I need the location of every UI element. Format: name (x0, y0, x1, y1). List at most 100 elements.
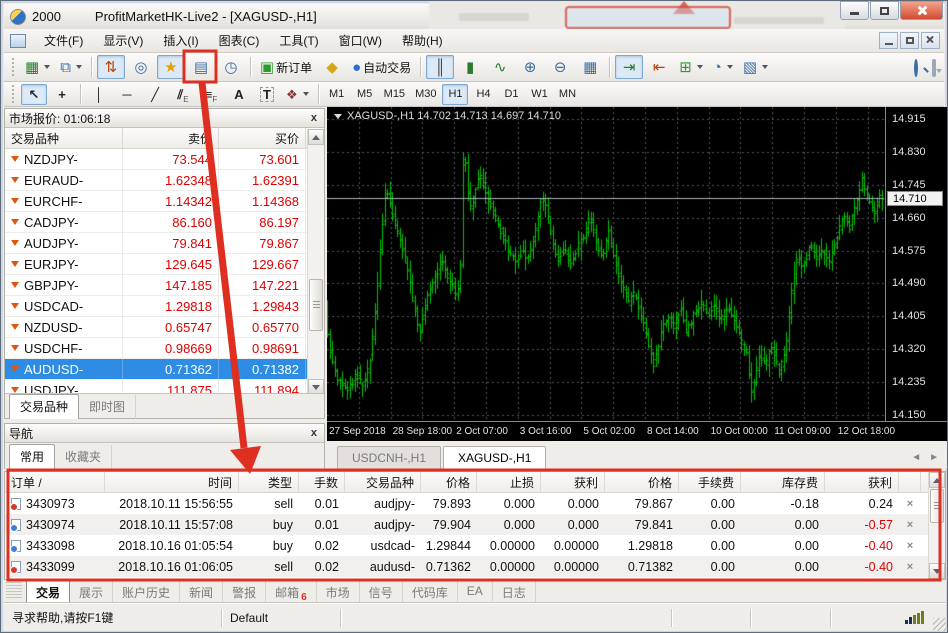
scroll-down-button[interactable] (929, 563, 945, 579)
auto-scroll-button[interactable]: ⇥ (615, 55, 644, 79)
order-row[interactable]: 3433098 2018.10.16 01:05:54 buy 0.02 usdcad-… (5, 535, 945, 556)
market-watch-tab-1[interactable]: 交易品种 (9, 394, 80, 419)
status-profile[interactable]: Default (222, 608, 341, 627)
price-chart-canvas[interactable] (327, 107, 885, 421)
candlestick-type-button[interactable]: ▮ (456, 55, 484, 79)
orders-column-11[interactable]: 库存费 (741, 472, 825, 492)
market-watch-column-2[interactable]: 卖价 (123, 128, 219, 148)
market-watch-row[interactable]: EURAUD- 1.62348 1.62391 (5, 170, 324, 191)
orders-column-2[interactable]: 时间 (105, 472, 239, 492)
market-watch-button[interactable]: ⇅ (96, 55, 125, 79)
tile-windows-button[interactable]: ▦ (576, 55, 604, 79)
menu-item-5[interactable]: 工具(T) (269, 29, 328, 52)
zoom-in-button[interactable]: ⊕ (516, 55, 544, 79)
orders-column-9[interactable]: 价格 (605, 472, 679, 492)
line-chart-type-button[interactable]: ∿ (486, 55, 514, 79)
market-watch-row[interactable]: CADJPY- 86.160 86.197 (5, 212, 324, 233)
timeframe-h4-button[interactable]: H4 (470, 84, 496, 105)
mdi-minimize-button[interactable] (879, 32, 898, 49)
market-watch-column-1[interactable]: 交易品种 (5, 128, 123, 148)
text-label-button[interactable]: T (254, 84, 280, 105)
terminal-tab-10[interactable]: EA (458, 581, 493, 601)
crosshair-button[interactable]: + (49, 84, 75, 105)
terminal-tab-9[interactable]: 代码库 (403, 581, 458, 604)
navigator-tab-1[interactable]: 常用 (9, 444, 56, 469)
indicators-button[interactable]: ⊞ (675, 55, 707, 79)
scroll-up-button[interactable] (929, 472, 945, 488)
menu-item-6[interactable]: 窗口(W) (329, 29, 392, 52)
market-watch-close-icon[interactable]: x (308, 112, 320, 124)
arrows-button[interactable]: ❖ (282, 84, 313, 105)
terminal-tab-3[interactable]: 账户历史 (113, 581, 181, 604)
autotrading-button[interactable]: ● 自动交易 (348, 55, 415, 79)
market-watch-tab-2[interactable]: 即时图 (79, 395, 137, 419)
horizontal-line-button[interactable]: ─ (114, 84, 140, 105)
menu-item-1[interactable]: 文件(F) (34, 29, 93, 52)
timeframe-m30-button[interactable]: M30 (411, 84, 440, 105)
chart-shift-button[interactable]: ⇤ (645, 55, 673, 79)
market-watch-row[interactable]: AUDJPY- 79.841 79.867 (5, 233, 324, 254)
navigator-tab-2[interactable]: 收藏夹 (55, 445, 113, 469)
orders-column-6[interactable]: 价格 (421, 472, 477, 492)
fibonacci-button[interactable]: ≡ F (198, 84, 224, 105)
terminal-tab-2[interactable]: 展示 (70, 581, 114, 604)
profiles-button[interactable]: ⧉ (56, 55, 86, 79)
timeframe-m15-button[interactable]: M15 (380, 84, 409, 105)
search-button[interactable] (914, 58, 918, 77)
time-axis[interactable]: 27 Sep 2018 28 Sep 18:00 2 Oct 07:00 3 Oct … (327, 421, 947, 441)
equidistant-channel-button[interactable]: ⫽ E (170, 84, 196, 105)
menu-item-2[interactable]: 显示(V) (93, 29, 153, 52)
strategy-tester-button[interactable]: ◷ (217, 55, 245, 79)
scroll-thumb[interactable] (930, 489, 944, 523)
vertical-line-button[interactable]: │ (86, 84, 112, 105)
trendline-button[interactable]: ╱ (142, 84, 168, 105)
market-watch-column-3[interactable]: 买价 (219, 128, 306, 148)
orders-column-10[interactable]: 手续费 (679, 472, 741, 492)
orders-column-1[interactable]: 订单 / (5, 472, 105, 492)
metaeditor-button[interactable]: ◆ (318, 55, 346, 79)
chat-button[interactable] (932, 58, 936, 77)
terminal-tab-4[interactable]: 新闻 (180, 581, 224, 604)
market-watch-scrollbar[interactable] (307, 129, 324, 395)
text-button[interactable]: A (226, 84, 252, 105)
scroll-thumb[interactable] (309, 279, 323, 331)
terminal-tab-7[interactable]: 市场 (317, 581, 360, 604)
timeframe-mn-button[interactable]: MN (554, 84, 580, 105)
market-watch-row[interactable]: GBPJPY- 147.185 147.221 (5, 275, 324, 296)
navigator-close-icon[interactable]: x (308, 427, 320, 439)
market-watch-header[interactable]: 市场报价: 01:06:18 x (5, 109, 324, 128)
restore-button[interactable] (870, 1, 899, 20)
timeframe-m5-button[interactable]: M5 (352, 84, 378, 105)
terminal-scrollbar[interactable] (928, 472, 945, 579)
orders-column-7[interactable]: 止损 (477, 472, 541, 492)
orders-column-12[interactable]: 获利 (825, 472, 899, 492)
price-axis[interactable]: 14.710 14.915 14.830 14.745 14.660 14.575 14.… (885, 107, 947, 421)
mdi-close-button[interactable] (921, 32, 940, 49)
market-watch-row[interactable]: EURJPY- 129.645 129.667 (5, 254, 324, 275)
mdi-restore-button[interactable] (900, 32, 919, 49)
menu-item-7[interactable]: 帮助(H) (392, 29, 453, 52)
minimize-button[interactable] (840, 1, 869, 20)
toolbar-grip[interactable] (12, 58, 16, 76)
close-button[interactable] (900, 1, 943, 20)
tab-scroll-right-icon[interactable]: ► (929, 452, 939, 463)
close-order-button[interactable]: × (899, 514, 921, 535)
data-window-button[interactable]: ◎ (127, 55, 155, 79)
orders-column-8[interactable]: 获利 (541, 472, 605, 492)
order-row[interactable]: 3430973 2018.10.11 15:56:55 sell 0.01 audjpy… (5, 493, 945, 514)
terminal-grip[interactable] (6, 582, 22, 600)
order-row[interactable]: 3430974 2018.10.11 15:57:08 buy 0.01 audjpy-… (5, 514, 945, 535)
chart-dropdown-icon[interactable] (334, 113, 342, 119)
chart-tab-1[interactable]: USDCNH-,H1 (337, 446, 442, 469)
tab-scroll-left-icon[interactable]: ◄ (911, 452, 921, 463)
new-order-button[interactable]: ▣ 新订单 (256, 55, 316, 79)
menu-item-3[interactable]: 插入(I) (153, 29, 208, 52)
market-watch-row[interactable]: EURCHF- 1.14342 1.14368 (5, 191, 324, 212)
periods-button[interactable]: ◔ (709, 55, 737, 79)
timeframe-d1-button[interactable]: D1 (498, 84, 524, 105)
templates-button[interactable]: ▧ (739, 55, 772, 79)
chart-menu-icon[interactable] (10, 33, 26, 48)
cursor-button[interactable]: ↖ (21, 83, 47, 105)
timeframe-w1-button[interactable]: W1 (526, 84, 552, 105)
terminal-tab-8[interactable]: 信号 (360, 581, 403, 604)
